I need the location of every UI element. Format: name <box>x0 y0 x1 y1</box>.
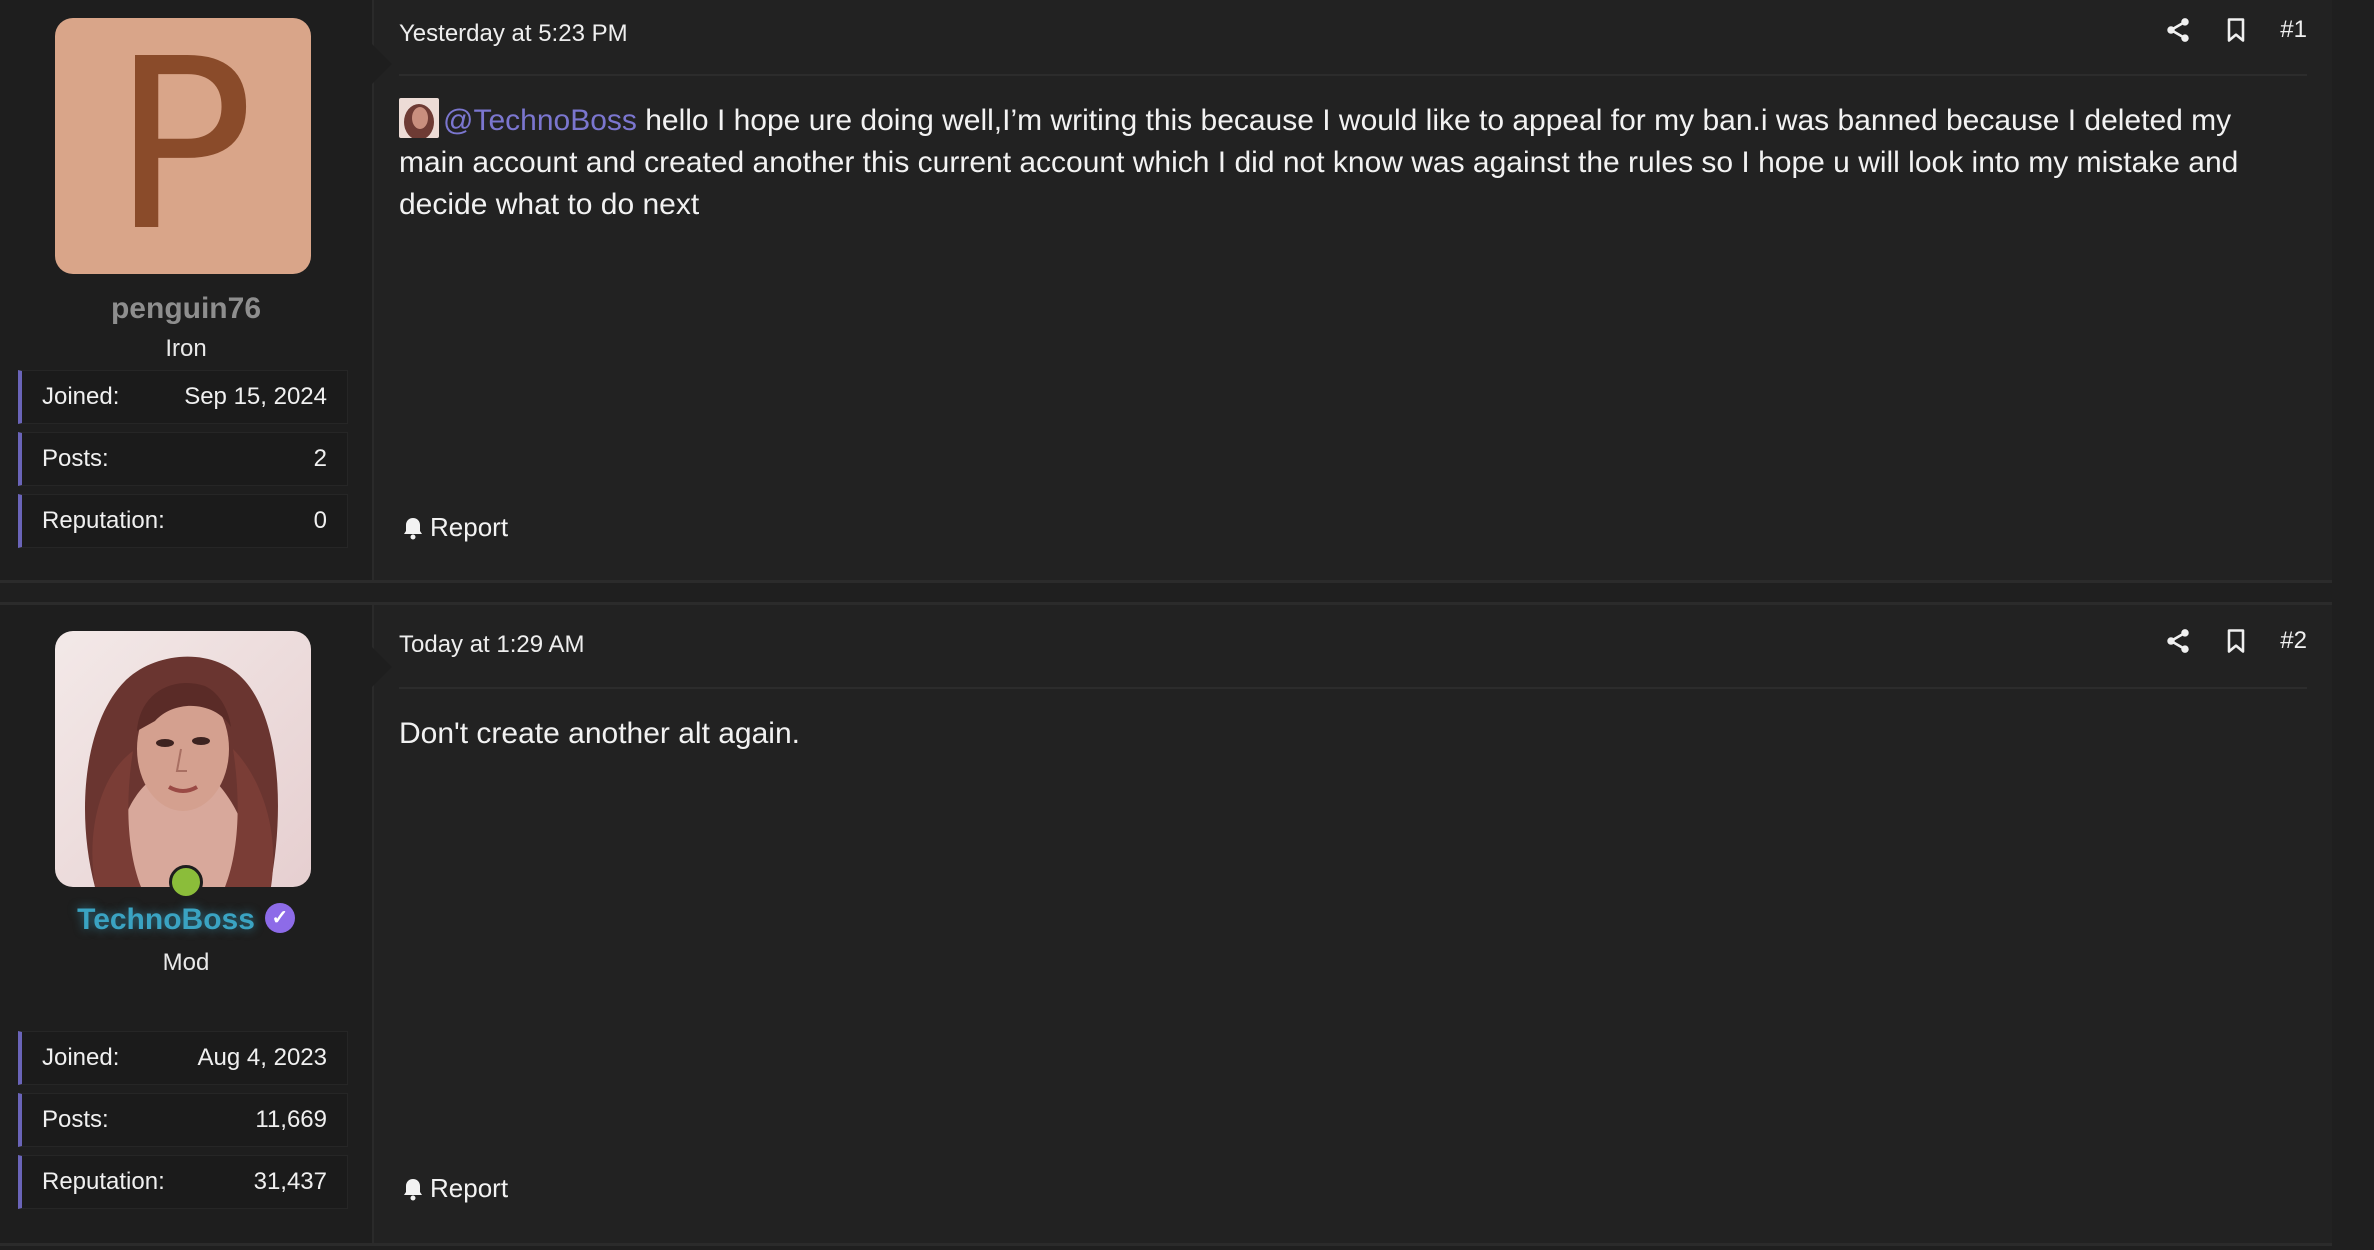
share-icon[interactable] <box>2164 16 2192 44</box>
report-button[interactable]: Report <box>402 1173 508 1204</box>
stat-label: Posts: <box>42 1106 109 1133</box>
stat-label: Posts: <box>42 445 109 472</box>
message-header: Today at 1:29 AM #2 <box>399 605 2307 689</box>
bookmark-icon[interactable] <box>2222 627 2250 655</box>
avatar[interactable]: P <box>55 18 311 274</box>
report-label: Report <box>430 512 509 542</box>
share-icon[interactable] <box>2164 627 2192 655</box>
report-label: Report <box>430 1173 509 1203</box>
stat-label: Reputation: <box>42 507 165 534</box>
message-cell: Yesterday at 5:23 PM #1 @TechnoBoss hell… <box>374 0 2332 580</box>
stat-value[interactable]: 11,669 <box>255 1106 327 1134</box>
user-title: Iron <box>165 335 207 362</box>
user-stats: Joined: Aug 4, 2023 Posts: 11,669 Reputa… <box>18 1031 348 1217</box>
message-text: hello I hope ure doing well,I’m writing … <box>399 104 2239 221</box>
stat-value: 31,437 <box>253 1168 327 1195</box>
post-date[interactable]: Yesterday at 5:23 PM <box>399 20 628 48</box>
stat-label: Joined: <box>42 1044 120 1071</box>
stat-joined: Joined: Aug 4, 2023 <box>18 1031 348 1085</box>
post-date[interactable]: Today at 1:29 AM <box>399 631 584 659</box>
stat-label: Joined: <box>42 383 120 410</box>
post-1: P penguin76 Iron Joined: Sep 15, 2024 Po… <box>0 0 2332 583</box>
verified-badge-icon: ✓ <box>264 903 295 934</box>
stat-value: Sep 15, 2024 <box>184 383 327 410</box>
stat-value: Aug 4, 2023 <box>197 1044 327 1071</box>
stat-value[interactable]: 2 <box>314 445 327 473</box>
message-header: Yesterday at 5:23 PM #1 <box>399 0 2307 76</box>
stat-reputation: Reputation: 31,437 <box>18 1155 348 1209</box>
post-number-link[interactable]: #1 <box>2280 16 2307 44</box>
stat-joined: Joined: Sep 15, 2024 <box>18 370 348 424</box>
bell-icon <box>404 1178 422 1200</box>
bell-icon <box>404 517 422 539</box>
stat-reputation: Reputation: 0 <box>18 494 348 548</box>
user-stats: Joined: Sep 15, 2024 Posts: 2 Reputation… <box>18 370 348 556</box>
stat-label: Reputation: <box>42 1168 165 1195</box>
username[interactable]: penguin76 <box>0 292 372 326</box>
post-2: TechnoBoss ✓ Mod Joined: Aug 4, 2023 Post… <box>0 602 2332 1246</box>
post-actions: #1 <box>2164 16 2307 44</box>
post-number-link[interactable]: #2 <box>2280 627 2307 655</box>
message-body: @TechnoBoss hello I hope ure doing well,… <box>399 98 2282 226</box>
user-mention-link[interactable]: @TechnoBoss <box>443 104 637 137</box>
username-text[interactable]: TechnoBoss <box>77 903 255 936</box>
user-cell: TechnoBoss ✓ Mod Joined: Aug 4, 2023 Post… <box>0 605 392 1243</box>
mention-avatar <box>399 98 439 138</box>
message-cell: Today at 1:29 AM #2 Don't create another… <box>374 605 2332 1243</box>
stat-posts: Posts: 2 <box>18 432 348 486</box>
user-cell: P penguin76 Iron Joined: Sep 15, 2024 Po… <box>0 0 392 580</box>
user-title: Mod <box>162 949 210 976</box>
report-button[interactable]: Report <box>402 512 508 543</box>
online-status-indicator <box>169 865 203 899</box>
bookmark-icon[interactable] <box>2222 16 2250 44</box>
avatar[interactable] <box>55 631 311 887</box>
stat-value: 0 <box>313 507 327 534</box>
stat-posts: Posts: 11,669 <box>18 1093 348 1147</box>
message-text: Don't create another alt again. <box>399 717 800 750</box>
post-actions: #2 <box>2164 627 2307 655</box>
message-body: Don't create another alt again. <box>399 713 2282 755</box>
username[interactable]: TechnoBoss ✓ <box>0 903 372 937</box>
